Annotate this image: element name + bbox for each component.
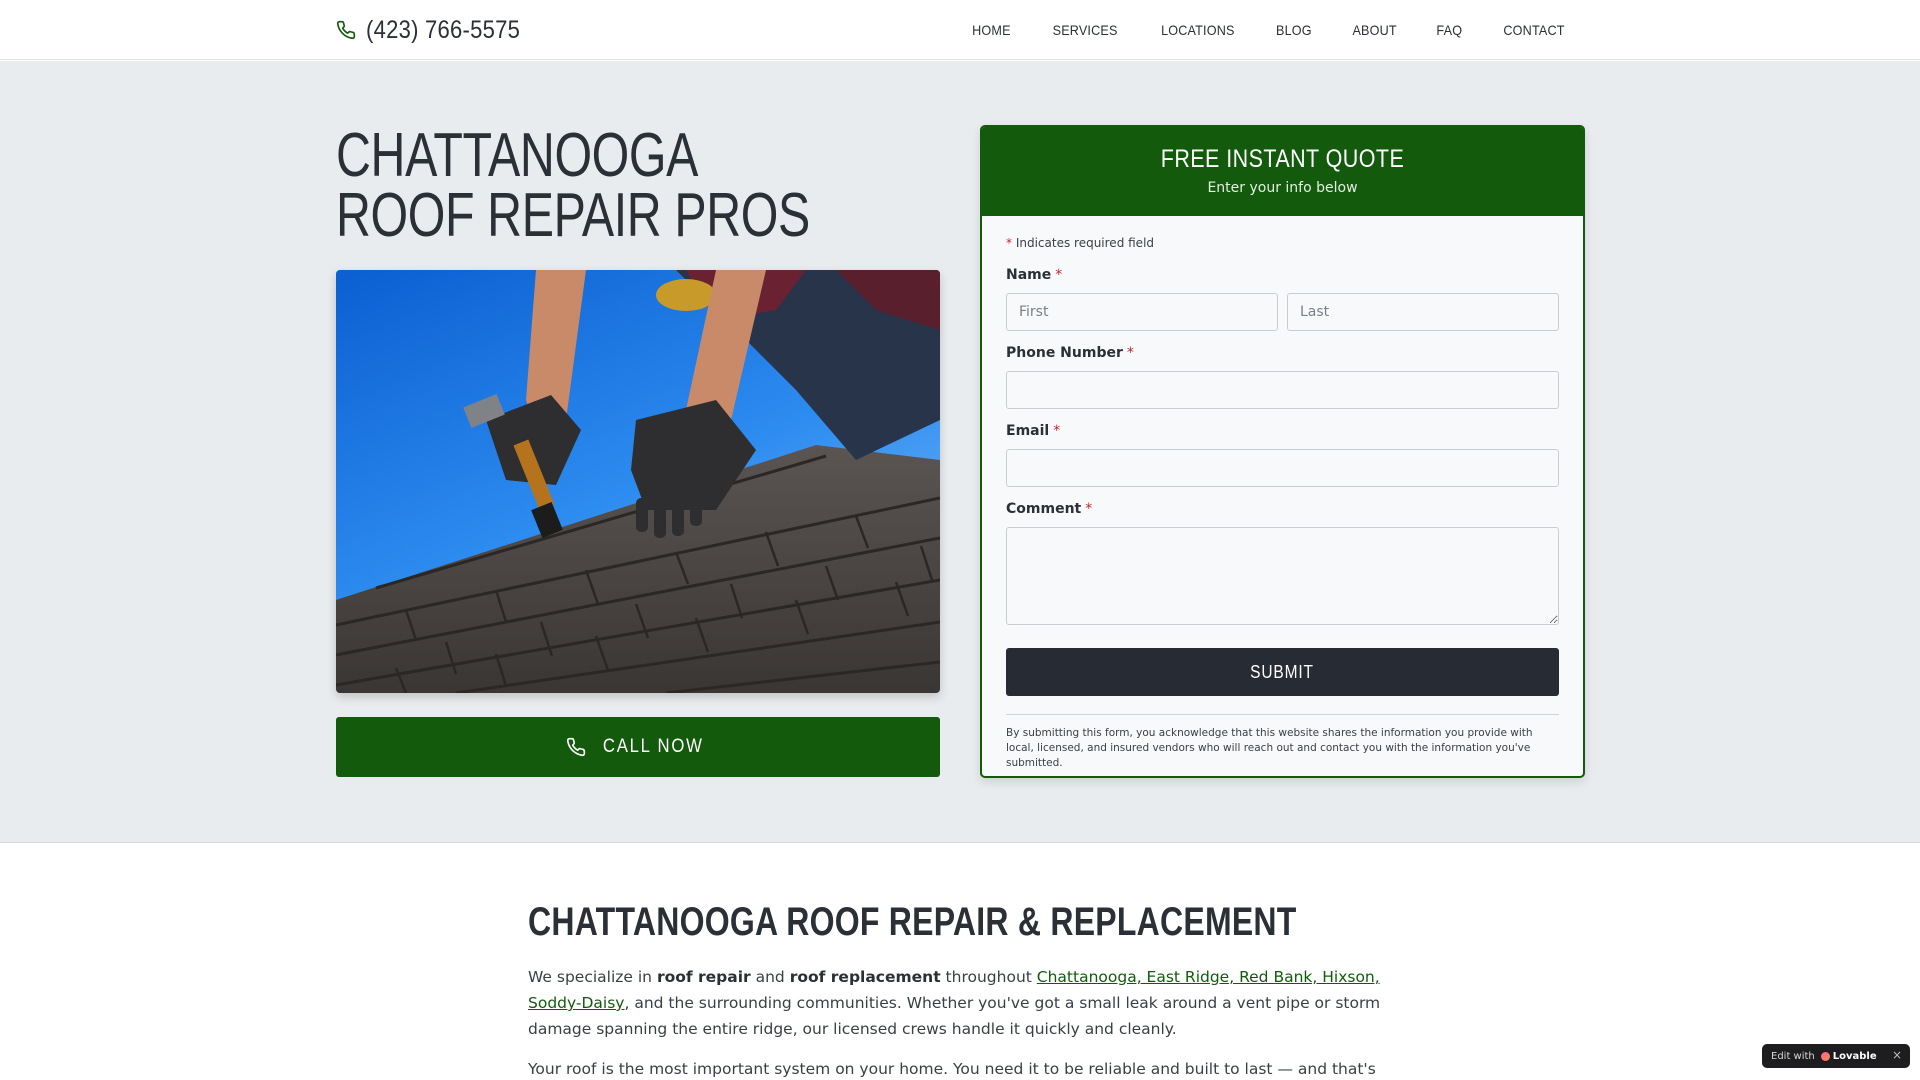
badge-edit-with: Edit with bbox=[1771, 1050, 1815, 1062]
intro-paragraph: We specialize in roof repair and roof re… bbox=[528, 964, 1398, 1042]
main-nav: HOME SERVICES LOCATIONS BLOG ABOUT FAQ C… bbox=[934, 0, 1568, 60]
intro-text-1: We specialize in bbox=[528, 968, 657, 986]
required-asterisk: * bbox=[1126, 345, 1134, 361]
phone-number-input[interactable] bbox=[1006, 371, 1559, 409]
phone-label-text: Phone Number bbox=[1006, 345, 1123, 361]
required-field-note-text: Indicates required field bbox=[1015, 236, 1155, 250]
quote-form-title: FREE INSTANT QUOTE bbox=[1160, 145, 1405, 173]
phone-icon bbox=[566, 737, 585, 757]
roof-replacement-emphasis: roof replacement bbox=[789, 968, 941, 986]
roofer-hammering-shingles-photo bbox=[336, 270, 940, 693]
hero-title-line-1: CHATTANOOGA bbox=[336, 121, 699, 190]
nav-faq[interactable]: FAQ bbox=[1437, 22, 1463, 38]
hero-section: CHATTANOOGA ROOF REPAIR PROS CALL NOW FR… bbox=[0, 61, 1920, 843]
phone-icon bbox=[336, 20, 356, 40]
submit-button[interactable]: SUBMIT bbox=[1006, 648, 1559, 696]
quote-form-card: FREE INSTANT QUOTE Enter your info below… bbox=[980, 125, 1585, 778]
second-paragraph: Your roof is the most important system o… bbox=[528, 1060, 1376, 1078]
lovable-logo: Lovable bbox=[1820, 1050, 1877, 1062]
hero-title-line-2: ROOF REPAIR PROS bbox=[336, 181, 810, 250]
nav-services[interactable]: SERVICES bbox=[1052, 22, 1117, 38]
form-disclaimer: By submitting this form, you acknowledge… bbox=[1006, 727, 1533, 769]
nav-locations[interactable]: LOCATIONS bbox=[1161, 22, 1235, 38]
lovable-heart-icon bbox=[1820, 1051, 1830, 1061]
call-now-label: CALL NOW bbox=[602, 736, 704, 757]
phone-label: Phone Number * bbox=[1006, 345, 1134, 361]
quote-form-subtitle: Enter your info below bbox=[1207, 180, 1358, 196]
name-label-text: Name bbox=[1006, 267, 1052, 283]
hero-title: CHATTANOOGA ROOF REPAIR PROS bbox=[336, 121, 810, 250]
required-asterisk: * bbox=[1006, 236, 1012, 250]
comment-label: Comment * bbox=[1006, 501, 1092, 517]
nav-about[interactable]: ABOUT bbox=[1353, 22, 1397, 38]
call-now-button[interactable]: CALL NOW bbox=[336, 717, 940, 777]
email-input[interactable] bbox=[1006, 449, 1559, 487]
comment-label-text: Comment bbox=[1006, 501, 1082, 517]
intro-text-2: and bbox=[750, 968, 790, 986]
hero-roofer-image bbox=[336, 270, 940, 693]
form-divider bbox=[1006, 714, 1559, 715]
email-label-text: Email bbox=[1006, 423, 1050, 439]
header-phone-number: (423) 766-5575 bbox=[366, 15, 521, 44]
required-field-note: * Indicates required field bbox=[1006, 236, 1154, 250]
nav-contact[interactable]: CONTACT bbox=[1503, 22, 1564, 38]
roof-repair-emphasis: roof repair bbox=[656, 968, 751, 986]
nav-blog[interactable]: BLOG bbox=[1276, 22, 1312, 38]
site-header: (423) 766-5575 HOME SERVICES LOCATIONS B… bbox=[0, 0, 1920, 60]
quote-form-header: FREE INSTANT QUOTE Enter your info below bbox=[982, 127, 1583, 216]
header-phone-link[interactable]: (423) 766-5575 bbox=[336, 14, 541, 46]
lovable-brand-text: Lovable bbox=[1832, 1050, 1877, 1062]
first-name-input[interactable] bbox=[1006, 293, 1278, 331]
close-icon[interactable]: × bbox=[1892, 1048, 1902, 1062]
intro-text-4: , and the surrounding communities. Wheth… bbox=[528, 994, 1381, 1038]
section-title: CHATTANOOGA ROOF REPAIR & REPLACEMENT bbox=[528, 900, 1297, 944]
nav-home[interactable]: HOME bbox=[972, 22, 1011, 38]
email-label: Email * bbox=[1006, 423, 1060, 439]
edit-with-lovable-badge[interactable]: Edit with Lovable × bbox=[1762, 1044, 1910, 1068]
intro-text-3: throughout bbox=[940, 968, 1037, 986]
name-label: Name * bbox=[1006, 267, 1062, 283]
required-asterisk: * bbox=[1055, 267, 1063, 283]
comment-textarea[interactable] bbox=[1006, 527, 1559, 625]
submit-button-label: SUBMIT bbox=[1250, 661, 1315, 682]
last-name-input[interactable] bbox=[1287, 293, 1559, 331]
required-asterisk: * bbox=[1053, 423, 1061, 439]
required-asterisk: * bbox=[1085, 501, 1093, 517]
